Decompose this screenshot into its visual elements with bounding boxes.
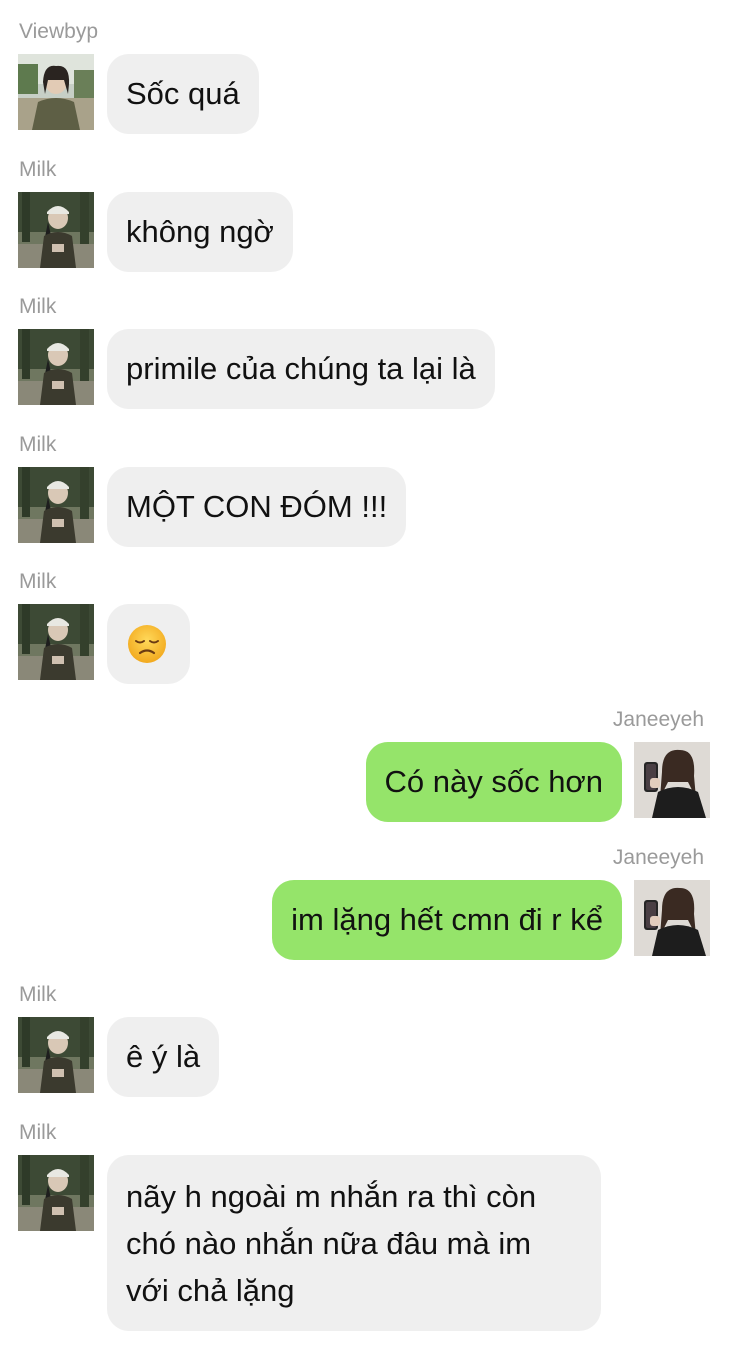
avatar[interactable] [18, 1017, 94, 1093]
sender-name: Milk [19, 295, 57, 318]
disappointed-face-icon [128, 625, 166, 663]
message-text: Sốc quá [126, 76, 240, 111]
avatar[interactable] [634, 880, 710, 956]
message-bubble[interactable]: ê ý là [107, 1017, 220, 1097]
message-bubble[interactable]: Có này sốc hơn [365, 742, 622, 822]
message-bubble[interactable]: Sốc quá [107, 54, 259, 134]
sender-name: Viewbyp [19, 20, 98, 43]
message-bubble[interactable]: nãy h ngoài m nhắn ra thì còn chó nào nh… [107, 1155, 601, 1331]
sender-name: Milk [19, 983, 57, 1006]
avatar[interactable] [18, 329, 94, 405]
message-bubble[interactable] [107, 604, 190, 684]
sender-name: Milk [19, 570, 57, 593]
message-text: không ngờ [126, 214, 274, 249]
sender-name: Janeeyeh [612, 846, 704, 869]
message-line: chó nào nhắn nữa đâu mà im [126, 1226, 532, 1261]
avatar[interactable] [18, 1155, 94, 1231]
avatar[interactable] [634, 742, 710, 818]
message-bubble[interactable]: im lặng hết cmn đi r kể [272, 880, 622, 960]
message-text: Có này sốc hơn [384, 764, 604, 799]
avatar[interactable] [18, 192, 94, 268]
avatar[interactable] [18, 467, 94, 543]
message-line: với chả lặng [126, 1273, 295, 1308]
message-text: MỘT CON ĐÓM !!! [126, 489, 388, 524]
avatar[interactable] [18, 54, 94, 130]
message-bubble[interactable]: không ngờ [107, 192, 293, 272]
message-text: primile của chúng ta lại là [126, 351, 476, 386]
sender-name: Milk [19, 158, 57, 181]
message-bubble[interactable]: MỘT CON ĐÓM !!! [107, 467, 407, 547]
message-bubble[interactable]: primile của chúng ta lại là [107, 329, 495, 409]
message-text: ê ý là [126, 1039, 201, 1074]
message-line: nãy h ngoài m nhắn ra thì còn [126, 1179, 537, 1214]
sender-name: Milk [19, 1121, 57, 1144]
sender-name: Milk [19, 433, 57, 456]
sender-name: Janeeyeh [612, 708, 704, 731]
message-text: im lặng hết cmn đi r kể [291, 902, 603, 937]
avatar[interactable] [18, 604, 94, 680]
